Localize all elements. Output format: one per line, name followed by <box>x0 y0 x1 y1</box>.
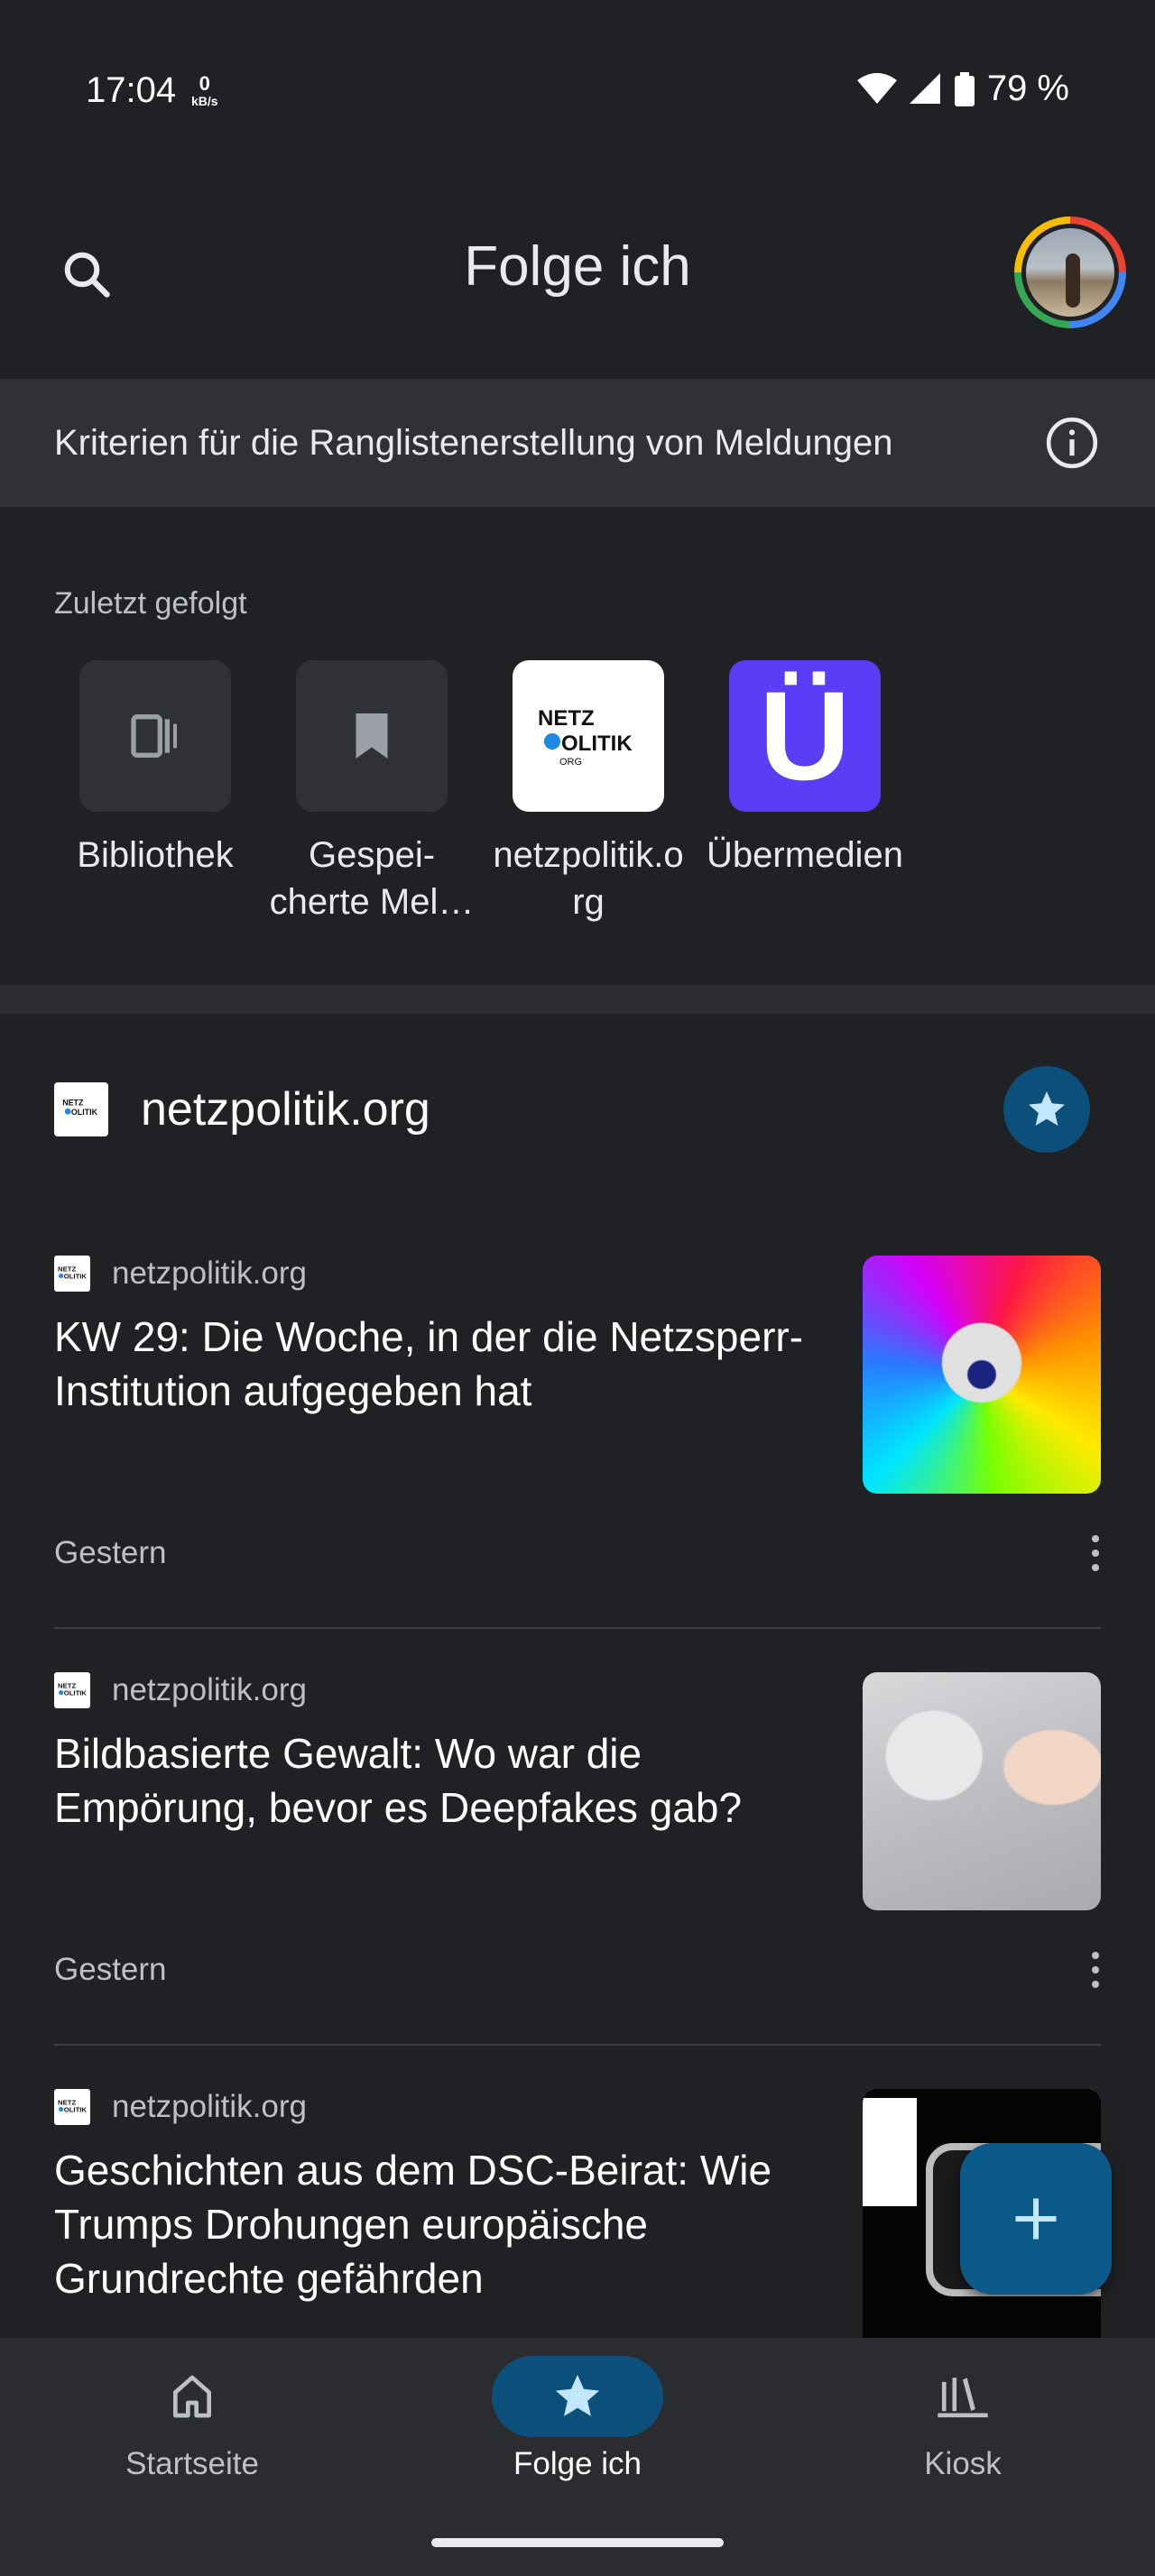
article-title[interactable]: Geschichten aus dem DSC-Beirat: Wie Trum… <box>54 2143 830 2305</box>
article-thumbnail[interactable] <box>863 1672 1101 1910</box>
recent-item-label: netzpolitik.o rg <box>493 835 684 922</box>
network-speed: 0 kB/s <box>191 72 218 109</box>
account-avatar-button[interactable] <box>1014 216 1126 328</box>
svg-text:OLITIK: OLITIK <box>64 2106 88 2114</box>
ranking-criteria-text: Kriterien für die Ranglistenerstellung v… <box>54 422 893 463</box>
article-more-menu[interactable] <box>1074 1524 1117 1582</box>
svg-text:ORG: ORG <box>559 757 582 768</box>
network-speed-value: 0 <box>199 72 210 95</box>
recent-item-netzpolitik[interactable]: NETZ OLITIK ORG netzpolitik.o rg <box>480 660 697 925</box>
recent-item-label: Gespei-cherte Mel… <box>269 835 475 922</box>
article-title[interactable]: Bildbasierte Gewalt: Wo war die Empörung… <box>54 1726 830 1835</box>
recent-item-uebermedien[interactable]: Ü Übermedien <box>697 660 913 879</box>
star-icon <box>492 2356 663 2437</box>
article-source: NETZ OLITIK netzpolitik.org <box>54 2089 307 2125</box>
nav-label: Folge ich <box>513 2446 642 2481</box>
battery-icon <box>954 71 975 106</box>
article-thumbnail[interactable] <box>863 1256 1101 1494</box>
page-title: Folge ich <box>464 235 691 298</box>
article-date: Gestern <box>54 1535 167 1570</box>
recently-followed-label: Zuletzt gefolgt <box>54 586 247 621</box>
article-card[interactable]: NETZ OLITIK netzpolitik.org KW 29: Die Wo… <box>0 1212 1155 1629</box>
source-header: NETZ OLITIK netzpolitik.org <box>0 1014 1155 1212</box>
add-button[interactable] <box>960 2143 1112 2295</box>
bookmark-icon <box>296 660 448 812</box>
network-speed-unit: kB/s <box>191 94 218 108</box>
plus-icon <box>1015 2198 1057 2240</box>
article-more-menu[interactable] <box>1074 1941 1117 1999</box>
recently-followed-section: Zuletzt gefolgt Bibliothek Gespei-cherte… <box>0 507 1155 985</box>
nav-item-home[interactable]: Startseite <box>0 2338 384 2518</box>
top-app-bar: Folge ich <box>0 180 1155 379</box>
cell-signal-icon <box>909 72 940 104</box>
source-title[interactable]: netzpolitik.org <box>141 1082 430 1136</box>
article-source: NETZ OLITIK netzpolitik.org <box>54 1256 307 1292</box>
source-logo-small: NETZ OLITIK <box>54 2089 90 2125</box>
uebermedien-logo-letter: Ü <box>759 665 851 806</box>
svg-text:NETZ: NETZ <box>58 1265 76 1273</box>
follow-toggle-button[interactable] <box>1003 1066 1090 1153</box>
source-logo: NETZ OLITIK <box>54 1082 108 1136</box>
article-source-name: netzpolitik.org <box>112 1256 307 1291</box>
library-icon <box>79 660 231 812</box>
avatar <box>1021 224 1119 321</box>
svg-text:NETZ: NETZ <box>538 706 595 731</box>
article-date: Gestern <box>54 1952 167 1987</box>
nav-label: Startseite <box>125 2446 259 2481</box>
article-card[interactable]: NETZ OLITIK netzpolitik.org Bildbasierte … <box>0 1629 1155 2046</box>
battery-percent: 79 % <box>986 69 1069 108</box>
ranking-criteria-banner[interactable]: Kriterien für die Ranglistenerstellung v… <box>0 379 1155 507</box>
svg-text:OLITIK: OLITIK <box>71 1108 98 1117</box>
nav-label: Kiosk <box>924 2446 1002 2481</box>
source-logo-small: NETZ OLITIK <box>54 1672 90 1708</box>
netzpolitik-logo: NETZ OLITIK ORG <box>513 660 664 812</box>
recent-item-label: Übermedien <box>707 835 903 875</box>
status-icons: 79 % <box>856 69 1069 109</box>
svg-text:NETZ: NETZ <box>58 1681 76 1689</box>
article-source-name: netzpolitik.org <box>112 2089 307 2124</box>
svg-text:OLITIK: OLITIK <box>64 1689 88 1697</box>
uebermedien-logo: Ü <box>729 660 881 812</box>
home-indicator[interactable] <box>431 2538 724 2547</box>
recent-item-library[interactable]: Bibliothek <box>47 660 263 879</box>
svg-text:OLITIK: OLITIK <box>64 1273 88 1281</box>
article-title[interactable]: KW 29: Die Woche, in der die Netzsperr-I… <box>54 1310 830 1418</box>
source-logo-small: NETZ OLITIK <box>54 1256 90 1292</box>
newsstand-icon <box>877 2356 1049 2437</box>
article-source-name: netzpolitik.org <box>112 1672 307 1707</box>
star-icon <box>1029 1091 1065 1126</box>
recent-item-saved[interactable]: Gespei-cherte Mel… <box>263 660 480 925</box>
info-icon[interactable] <box>1043 414 1101 472</box>
status-time: 17:04 <box>86 70 177 110</box>
wifi-icon <box>856 72 897 104</box>
recent-item-label: Bibliothek <box>77 835 234 875</box>
svg-text:NETZ: NETZ <box>62 1099 84 1108</box>
home-icon <box>106 2356 278 2437</box>
svg-text:NETZ: NETZ <box>58 2098 76 2106</box>
status-bar: 17:04 0 kB/s 79 % <box>0 0 1155 180</box>
svg-text:OLITIK: OLITIK <box>561 731 633 756</box>
section-divider <box>0 985 1155 1014</box>
article-source: NETZ OLITIK netzpolitik.org <box>54 1672 307 1708</box>
nav-item-newsstand[interactable]: Kiosk <box>771 2338 1155 2518</box>
nav-item-following[interactable]: Folge ich <box>385 2338 770 2518</box>
